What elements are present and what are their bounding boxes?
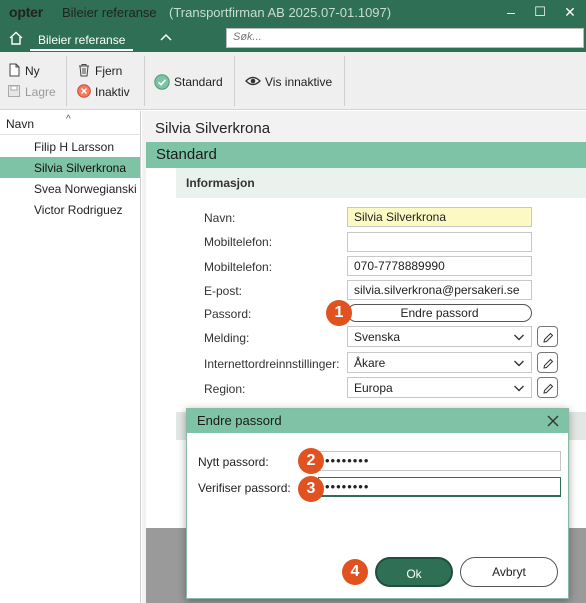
message-select-value: Svenska [354,330,401,344]
x-circle-icon [77,84,91,98]
save-button[interactable]: Lagre [7,84,56,99]
mobile1-label: Mobiltelefon: [204,235,273,249]
show-inactive-label: Vis innaktive [265,75,333,89]
window-subtitle: (Transportfirman AB 2025.07-01.1097) [169,5,392,20]
password-label: Passord: [204,307,252,321]
save-label: Lagre [25,85,56,99]
person-title: Silvia Silverkrona [155,120,271,137]
verify-password-field[interactable]: •••••••• [318,477,561,497]
new-label: Ny [25,64,40,78]
chevron-down-icon [514,360,524,367]
web-settings-select-value: Åkare [354,356,386,370]
chevron-up-icon[interactable] [158,30,174,46]
name-field[interactable]: Silvia Silverkrona [347,207,532,227]
standard-label: Standard [174,75,223,89]
trash-icon [79,64,89,77]
chevron-down-icon [514,385,524,392]
close-icon[interactable] [543,411,563,431]
dialog-title: Endre passord [187,409,568,433]
email-field[interactable]: silvia.silverkrona@persakeri.se [347,280,532,300]
pencil-icon [543,383,554,394]
ok-button[interactable]: Ok [375,557,453,587]
eye-icon [245,76,261,86]
toolbar-separator [66,56,67,106]
save-icon [8,85,20,97]
region-label: Region: [204,382,246,396]
check-circle-icon [154,74,170,90]
name-label: Navn: [204,211,236,225]
remove-label: Fjern [95,64,123,78]
pencil-icon [543,332,554,343]
list-item[interactable]: Victor Rodriguez [0,199,140,220]
inactive-label: Inaktiv [95,85,130,99]
step-badge-1: 1 [326,300,352,326]
step-badge-2: 2 [298,448,324,474]
close-window-button[interactable]: ✕ [555,0,585,26]
new-password-label: Nytt passord: [198,455,269,469]
web-settings-select[interactable]: Åkare [347,352,532,373]
minimize-button[interactable]: – [496,0,526,26]
step-badge-3: 3 [298,476,324,502]
verify-password-label: Verifiser passord: [198,481,291,495]
window-title: Bileier referanse [62,5,157,20]
remove-button[interactable]: Fjern [77,63,122,78]
list-header-label: Navn [6,117,35,131]
step-badge-4: 4 [342,559,368,585]
message-select[interactable]: Svenska [347,326,532,347]
toolbar-separator [144,56,145,106]
cancel-button[interactable]: Avbryt [460,557,558,587]
edit-web-settings-button[interactable] [537,352,558,373]
pencil-icon [543,358,554,369]
message-label: Melding: [204,331,250,345]
list-item-selected[interactable]: Silvia Silverkrona [0,157,140,178]
list-header-name[interactable]: Navn ^ [0,114,141,135]
group-header-informasjon: Informasjon [176,168,586,198]
region-select[interactable]: Europa [347,377,532,398]
mobile2-label: Mobiltelefon: [204,260,273,274]
sort-ascending-icon: ^ [66,114,71,125]
email-label: E-post: [204,284,243,298]
change-password-button[interactable]: Endre passord [347,304,532,322]
new-password-field[interactable]: •••••••• [318,451,561,471]
home-icon[interactable] [8,30,24,46]
section-header-standard[interactable]: Standard [146,142,586,168]
web-settings-label: Internettordreinnstillinger: [204,357,340,371]
list-item[interactable]: Svea Norwegianski [0,178,140,199]
mobile1-field[interactable] [347,232,532,252]
new-document-icon [9,63,20,77]
maximize-button[interactable]: ☐ [525,0,555,26]
tab-bileier-referanse[interactable]: Bileier referanse [30,29,134,51]
show-inactive-button[interactable]: Vis innaktive [245,74,332,89]
standard-button[interactable]: Standard [154,74,223,90]
inactive-button[interactable]: Inaktiv [77,84,130,99]
region-select-value: Europa [354,381,393,395]
app-logo: opter [9,4,44,20]
edit-message-button[interactable] [537,326,558,347]
toolbar-separator [344,56,345,106]
new-button[interactable]: Ny [7,63,40,78]
edit-region-button[interactable] [537,377,558,398]
list-item[interactable]: Filip H Larsson [0,136,140,157]
search-input[interactable]: Søk... [226,28,584,48]
mobile2-field[interactable]: 070-7778889990 [347,256,532,276]
toolbar-separator [234,56,235,106]
chevron-down-icon [514,334,524,341]
